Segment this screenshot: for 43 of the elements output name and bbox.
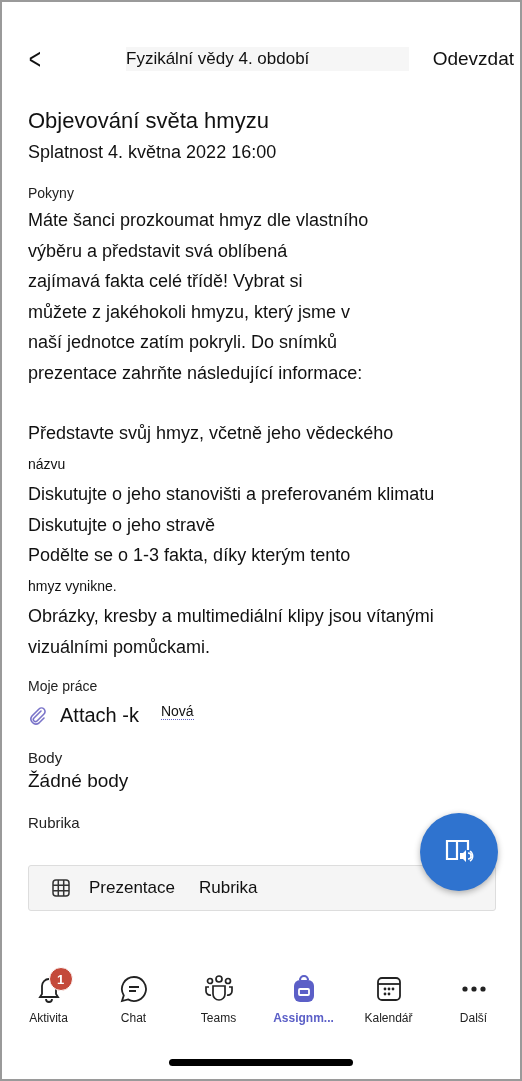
attachment-link[interactable]: Attach -k [60, 704, 139, 727]
instruction-line: Podělte se o 1-3 fakta, díky kterým tento [28, 544, 352, 567]
rubric-type: Rubrika [199, 878, 258, 898]
instruction-line: prezentace zahrňte následující informace: [28, 361, 364, 385]
nav-tab[interactable]: Chat [92, 965, 175, 1033]
instruction-line: hmyz vynikne. [28, 576, 118, 596]
calendar-icon [374, 975, 403, 1003]
more-icon [460, 985, 487, 993]
nav-tab[interactable]: Assignm... [262, 965, 345, 1033]
instruction-line: naší jednotce zatím pokryli. Do snímků [28, 331, 339, 354]
submit-button[interactable]: Odevzdat [432, 48, 514, 70]
assignment-title: Objevování světa hmyzu [28, 108, 270, 134]
nav-tab[interactable]: Kalendář [347, 965, 430, 1033]
grid-icon [51, 878, 71, 898]
instruction-line: Diskutujte o jeho stravě [28, 513, 217, 537]
notification-badge: 1 [48, 967, 73, 991]
section-label: Body [28, 749, 64, 766]
class-title: Fyzikální vědy 4. období [126, 47, 409, 71]
section-label: Rubrika [28, 814, 81, 831]
instruction-line: vizuálními pomůckami. [28, 635, 212, 659]
rubric-title: Prezentace [89, 878, 175, 898]
rubric-card[interactable]: Prezentace Rubrika [28, 865, 496, 911]
points-value: Žádné body [28, 770, 130, 792]
instruction-line: výběru a představit svá oblíbená [28, 239, 289, 263]
section-label: Moje práce [28, 678, 99, 694]
section-label: Pokyny [28, 185, 75, 201]
due-date: Splatnost 4. května 2022 16:00 [28, 142, 278, 163]
instruction-line: můžete z jakéhokoli hmyzu, který jsme v [28, 300, 352, 324]
nav-tab[interactable]: Další [432, 965, 515, 1033]
nav-tab[interactable]: 1 Aktivita [7, 965, 90, 1033]
instruction-line: Máte šanci prozkoumat hmyz dle vlastního [28, 209, 370, 232]
chat-icon [118, 974, 149, 1004]
immersive-reader-button[interactable] [420, 813, 498, 891]
instruction-line: zajímavá fakta celé třídě! Vybrat si [28, 270, 304, 293]
people-icon [202, 974, 235, 1004]
back-button[interactable]: < [24, 42, 46, 76]
instruction-line: názvu [28, 454, 67, 474]
paperclip-icon [28, 705, 48, 726]
instruction-line: Diskutujte o jeho stanovišti a preferovaném klimatu [28, 483, 436, 506]
instruction-line: Obrázky, kresby a multimediální klipy jsou vítanými [28, 605, 435, 628]
instruction-line: Představte svůj hmyz, včetně jeho vědeckého [28, 422, 395, 445]
status-label: Nová [160, 703, 194, 720]
nav-tab[interactable]: Teams [177, 965, 260, 1033]
